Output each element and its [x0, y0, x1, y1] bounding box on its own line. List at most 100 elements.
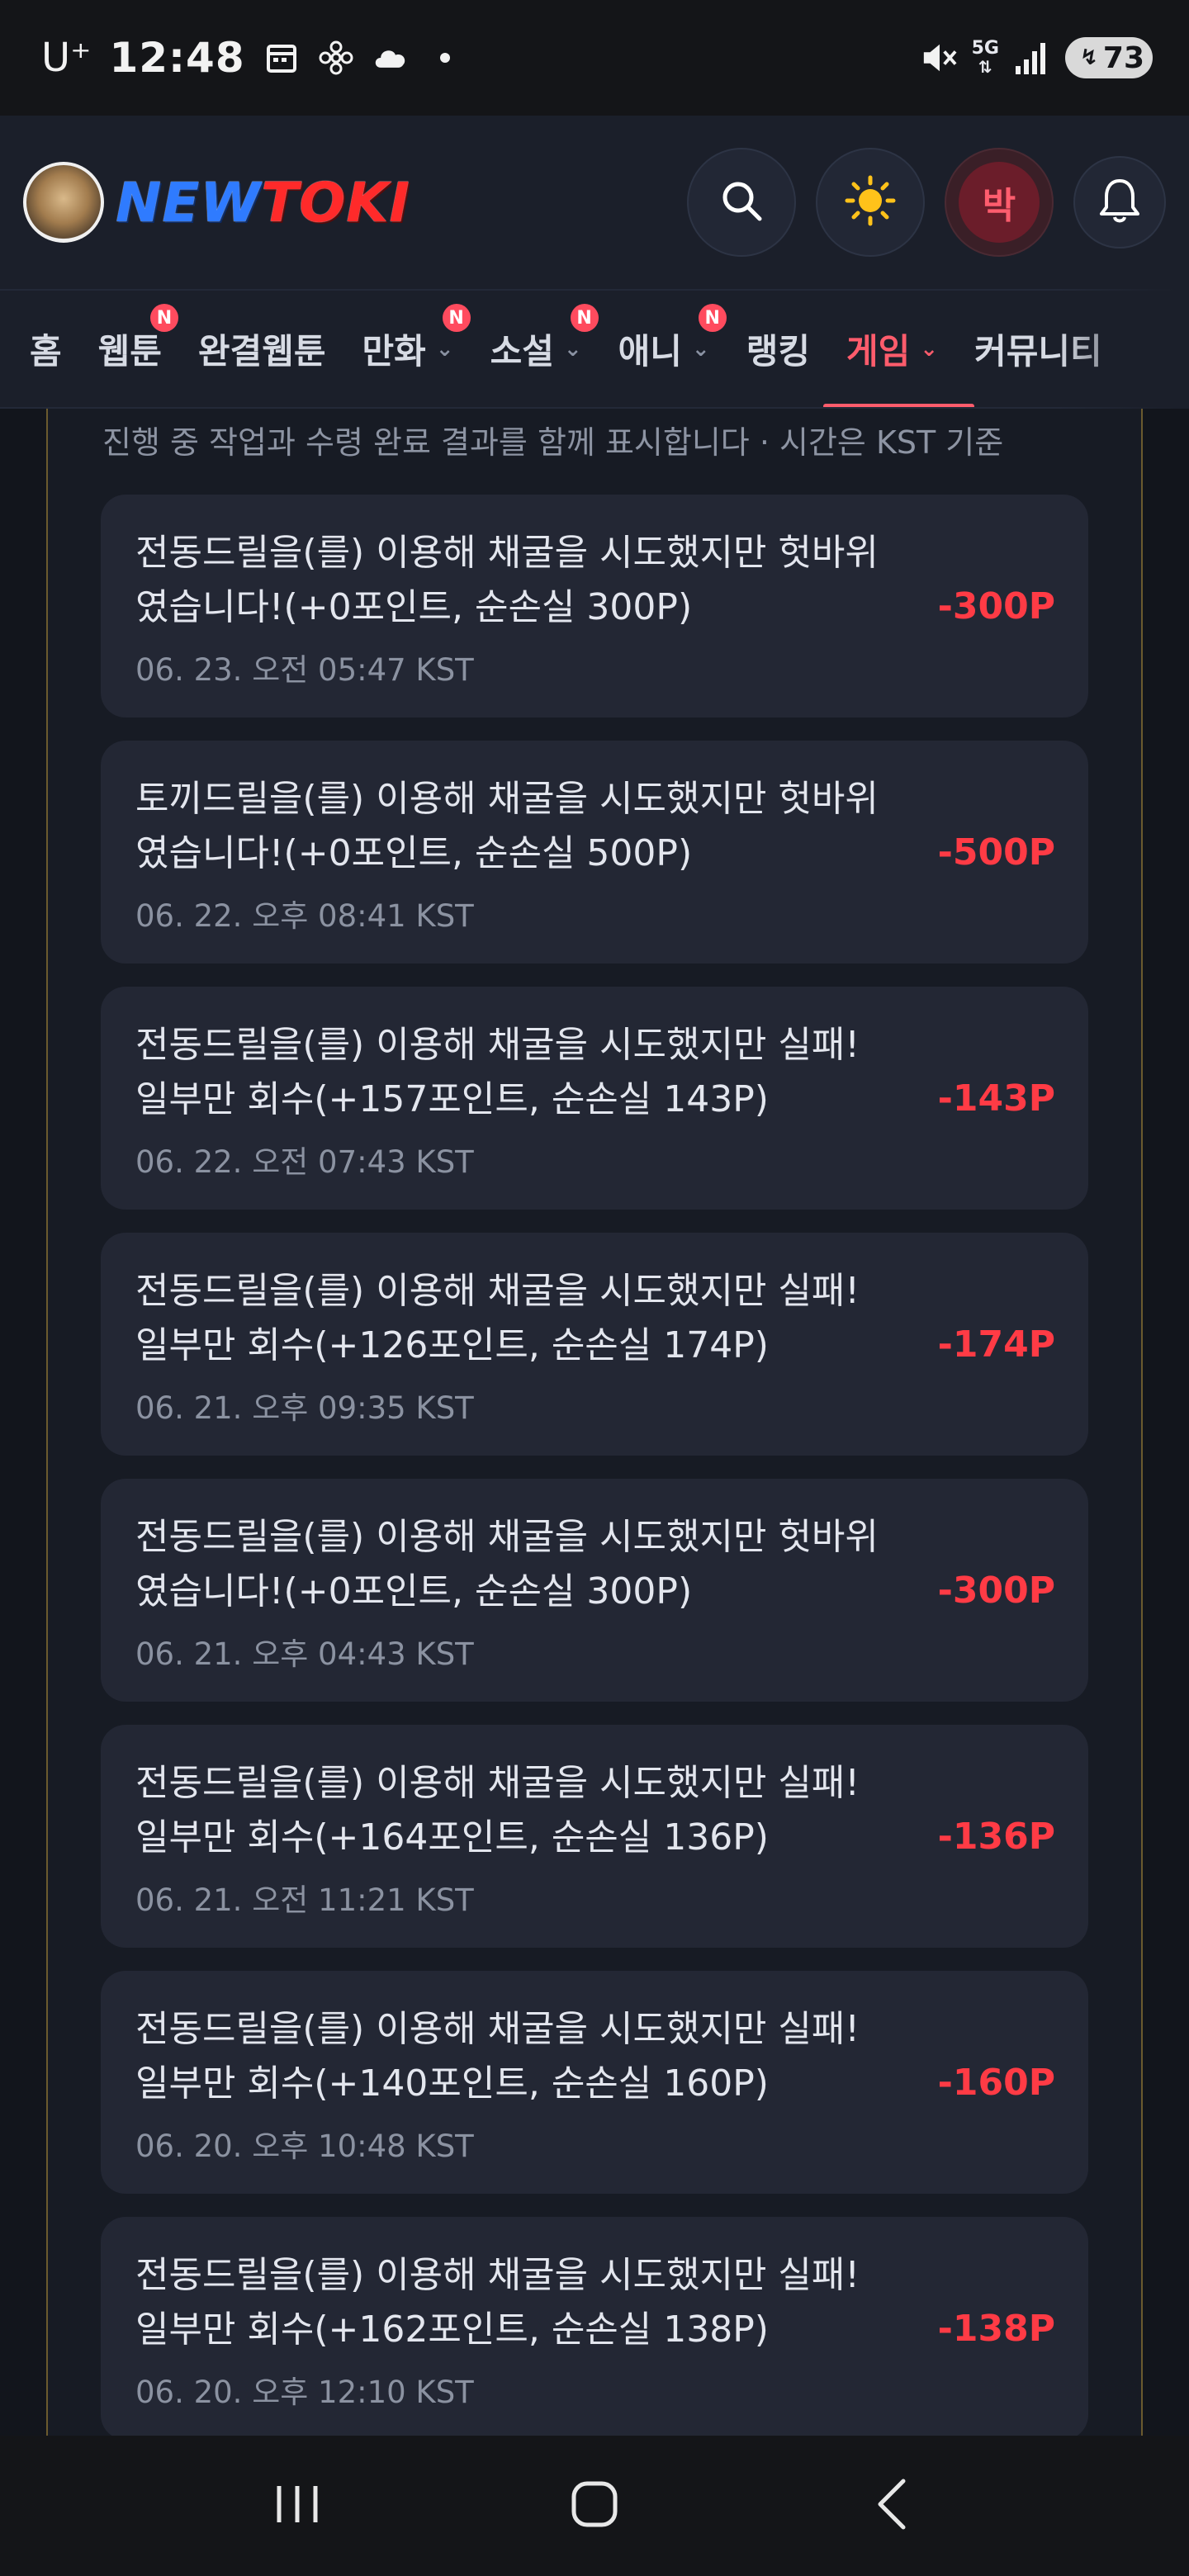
status-right: 5G ⇅ ↯ 73 — [921, 37, 1153, 78]
history-item-line: 전동드릴을(를) 이용해 채굴을 시도했지만 헛바위 — [135, 1516, 879, 1558]
history-item-amount: -174P — [937, 1323, 1055, 1366]
history-item-message: 토끼드릴을(를) 이용해 채굴을 시도했지만 헛바위였습니다!(+0포인트, 순… — [135, 772, 912, 881]
history-item-message: 전동드릴을(를) 이용해 채굴을 시도했지만 실패! 일부만 회수(+157포인트… — [135, 1018, 912, 1127]
history-subnote: 진행 중 작업과 수령 완료 결과를 함께 표시합니다 · 시간은 KST 기준 — [102, 424, 1004, 461]
tab-community[interactable]: 커뮤니티 — [974, 291, 1102, 407]
chevron-down-icon: ⌄ — [920, 336, 939, 362]
history-item: 전동드릴을(를) 이용해 채굴을 시도했지만 실패! 일부만 회수(+126포인트… — [101, 1233, 1088, 1456]
tab-anime[interactable]: 애니 ⌄ N — [618, 291, 727, 407]
history-item-message: 전동드릴을(를) 이용해 채굴을 시도했지만 헛바위 였습니다!(+0포인트, 순… — [135, 1510, 912, 1619]
carrier-label: U⁺ — [41, 35, 92, 81]
mining-history-list: 전동드릴을(를) 이용해 채굴을 시도했지만 헛바위 였습니다!(+0포인트, 순… — [101, 495, 1088, 2436]
history-item-amount: -143P — [937, 1077, 1055, 1120]
tab-label: 웹툰 — [97, 331, 162, 372]
history-item: 토끼드릴을(를) 이용해 채굴을 시도했지만 헛바위였습니다!(+0포인트, 순… — [101, 741, 1088, 964]
history-item-amount: -300P — [937, 1569, 1055, 1612]
history-item-time: 06. 23. 오전 05:47 KST — [135, 652, 474, 688]
network-indicator: 5G ⇅ — [971, 38, 999, 77]
tab-label: 애니 — [618, 331, 682, 372]
history-item-amount: -136P — [937, 1815, 1055, 1858]
network-label: 5G — [971, 38, 999, 59]
status-bar: U⁺ 12:48 5G ⇅ ↯ 73 — [0, 0, 1189, 116]
signal-icon — [1014, 40, 1050, 76]
avatar: 박 — [959, 162, 1040, 243]
logo-toki-text: TOKI — [261, 170, 410, 234]
tab-label: 랭킹 — [746, 331, 810, 372]
clock: 12:48 — [109, 34, 245, 82]
history-item-line: 전동드릴을(를) 이용해 채굴을 시도했지만 실패! — [135, 1270, 860, 1312]
chevron-down-icon: ⌄ — [563, 336, 582, 362]
history-item-time: 06. 21. 오후 04:43 KST — [135, 1636, 474, 1672]
site-logo[interactable]: NEWTOKI — [116, 171, 410, 234]
history-item-time: 06. 22. 오후 08:41 KST — [135, 898, 474, 934]
tab-novel[interactable]: 소설 ⌄ N — [490, 291, 599, 407]
recent-apps-icon — [272, 2483, 322, 2529]
header-actions: 박 — [687, 148, 1166, 257]
data-arrows-icon: ⇅ — [978, 57, 992, 77]
history-item-time: 06. 21. 오전 11:21 KST — [135, 1882, 474, 1918]
history-item-time: 06. 20. 오후 12:10 KST — [135, 2375, 474, 2410]
history-item-line: 전동드릴을(를) 이용해 채굴을 시도했지만 실패! — [135, 2008, 860, 2050]
history-item-amount: -160P — [937, 2061, 1055, 2104]
history-item-amount: -138P — [937, 2307, 1055, 2350]
history-item: 전동드릴을(를) 이용해 채굴을 시도했지만 실패! 일부만 회수(+162포인트… — [101, 2217, 1088, 2436]
home-button[interactable] — [545, 2456, 644, 2555]
tab-label: 홈 — [30, 331, 62, 372]
back-button[interactable] — [842, 2456, 941, 2555]
status-left: U⁺ 12:48 — [41, 34, 463, 82]
logo-new-text: NEW — [116, 170, 262, 234]
history-item: 전동드릴을(를) 이용해 채굴을 시도했지만 실패! 일부만 회수(+140포인트… — [101, 1971, 1088, 2194]
battery-level: 73 — [1102, 40, 1144, 75]
dot-icon — [427, 40, 463, 76]
history-item-line: 토끼드릴을(를) 이용해 채굴을 시도했지만 헛바위 — [135, 778, 879, 820]
main-content: 진행 중 작업과 수령 완료 결과를 함께 표시합니다 · 시간은 KST 기준… — [0, 409, 1189, 2436]
history-item-line: 일부만 회수(+162포인트, 순손실 138P) — [135, 2308, 769, 2351]
bell-icon — [1097, 176, 1143, 229]
theme-toggle-button[interactable] — [816, 148, 925, 257]
search-button[interactable] — [687, 148, 796, 257]
new-badge: N — [698, 304, 727, 332]
history-item-line: 일부만 회수(+126포인트, 순손실 174P) — [135, 1324, 769, 1366]
tab-home[interactable]: 홈 — [30, 291, 62, 407]
back-icon — [874, 2478, 910, 2534]
logo-mascot[interactable] — [23, 162, 104, 243]
new-badge: N — [149, 304, 178, 332]
history-item-message: 전동드릴을(를) 이용해 채굴을 시도했지만 실패! 일부만 회수(+126포인트… — [135, 1264, 912, 1373]
history-item: 전동드릴을(를) 이용해 채굴을 시도했지만 헛바위 였습니다!(+0포인트, 순… — [101, 1479, 1088, 1702]
tab-label: 게임 — [846, 331, 911, 372]
tab-manga[interactable]: 만화 ⌄ N — [362, 291, 471, 407]
battery-charging-icon: ↯ — [1080, 45, 1098, 70]
home-icon — [570, 2479, 619, 2532]
history-item-line: 일부만 회수(+157포인트, 순손실 143P) — [135, 1078, 769, 1120]
tab-ranking[interactable]: 랭킹 — [746, 291, 810, 407]
tab-label: 만화 — [362, 331, 426, 372]
battery-indicator: ↯ 73 — [1065, 37, 1153, 78]
history-item-time: 06. 21. 오후 09:35 KST — [135, 1390, 474, 1426]
tab-label: 커뮤니티 — [974, 331, 1102, 372]
history-item-amount: -500P — [937, 831, 1055, 874]
cloud-icon — [372, 40, 409, 76]
tab-label: 소설 — [490, 331, 554, 372]
history-item-line: 일부만 회수(+164포인트, 순손실 136P) — [135, 1816, 769, 1859]
history-item-message: 전동드릴을(를) 이용해 채굴을 시도했지만 실패! 일부만 회수(+140포인트… — [135, 2002, 912, 2111]
history-item-message: 전동드릴을(를) 이용해 채굴을 시도했지만 실패! 일부만 회수(+164포인트… — [135, 1756, 912, 1865]
sun-icon — [844, 174, 897, 230]
history-item-message: 전동드릴을(를) 이용해 채굴을 시도했지만 실패! 일부만 회수(+162포인트… — [135, 2248, 912, 2357]
notifications-button[interactable] — [1073, 156, 1166, 249]
fan-icon — [318, 40, 354, 76]
chevron-down-icon: ⌄ — [435, 336, 454, 362]
new-badge: N — [570, 304, 599, 332]
history-item-time: 06. 22. 오전 07:43 KST — [135, 1144, 474, 1180]
tab-label: 완결웹툰 — [197, 331, 326, 372]
tab-game[interactable]: 게임 ⌄ — [822, 291, 975, 407]
chevron-down-icon: ⌄ — [691, 336, 710, 362]
history-item-amount: -300P — [937, 585, 1055, 627]
history-item-line: 였습니다!(+0포인트, 순손실 500P) — [135, 832, 693, 874]
recent-apps-button[interactable] — [248, 2456, 347, 2555]
tab-webtoon[interactable]: 웹툰 N — [97, 291, 178, 407]
profile-button[interactable]: 박 — [945, 148, 1054, 257]
history-item-line: 전동드릴을(를) 이용해 채굴을 시도했지만 실패! — [135, 1762, 860, 1804]
system-navigation-bar — [0, 2436, 1189, 2576]
search-icon — [718, 178, 765, 227]
tab-completed-webtoon[interactable]: 완결웹툰 — [197, 291, 326, 407]
